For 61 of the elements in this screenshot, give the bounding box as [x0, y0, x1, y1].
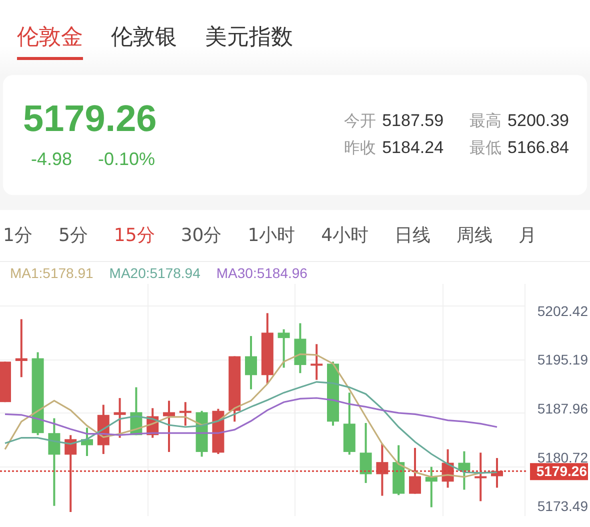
- candlestick: [376, 444, 388, 496]
- stat-value: 5187.59: [382, 111, 444, 132]
- candlestick: [360, 422, 372, 483]
- candlestick: [343, 392, 356, 455]
- period-tab[interactable]: 1分: [3, 222, 32, 248]
- candlestick: [163, 400, 175, 452]
- stat-value: 5184.24: [382, 138, 444, 159]
- period-tab[interactable]: 30分: [180, 222, 222, 248]
- period-tab[interactable]: 月: [518, 222, 537, 248]
- candlestick: [327, 362, 339, 426]
- candlestick: [278, 329, 290, 368]
- candlestick: [409, 448, 421, 494]
- candlestick: [294, 323, 306, 374]
- stat-value: 5200.39: [508, 111, 569, 132]
- candlestick: [245, 336, 257, 390]
- ma-legend-label: MA20:5178.94: [109, 265, 200, 283]
- axis-label: 5173.49: [537, 498, 588, 514]
- candlestick: [442, 449, 454, 488]
- period-tab[interactable]: 4小时: [321, 222, 369, 248]
- axis-label: 5195.19: [537, 352, 588, 368]
- candlestick: [15, 319, 28, 378]
- candlestick: [425, 466, 438, 508]
- candlestick: [392, 445, 405, 496]
- candlestick: [261, 313, 274, 384]
- ref-line-label: 5179.26: [536, 463, 588, 480]
- candlestick: [97, 404, 110, 454]
- percent-change: -0.10%: [98, 149, 156, 170]
- candlestick: [196, 410, 208, 457]
- ma-legend-label: MA1:5178.91: [10, 265, 94, 283]
- candlestick: [491, 458, 503, 488]
- candlestick: [212, 408, 224, 454]
- market-tab[interactable]: 伦敦银: [111, 22, 177, 60]
- stat-label: 最低: [470, 138, 502, 159]
- candlestick: [146, 408, 159, 438]
- current-price-tag: 5179.26: [530, 463, 588, 480]
- candlestick: [114, 398, 126, 438]
- axis-label: 5180.72: [537, 449, 588, 466]
- candlestick: [179, 402, 192, 426]
- candlestick: [0, 362, 11, 402]
- stat-value: 5166.84: [508, 138, 569, 159]
- stat-label: 今开: [344, 111, 376, 132]
- stat-label: 昨收: [344, 138, 376, 159]
- period-tab[interactable]: 5分: [58, 222, 88, 248]
- stat-label: 最高: [470, 111, 502, 132]
- candlestick: [310, 344, 323, 380]
- axis-label: 5202.42: [537, 303, 588, 319]
- market-tab[interactable]: 伦敦金: [17, 22, 83, 60]
- price-change: -4.98: [31, 149, 72, 170]
- current-price: 5179.26: [23, 97, 157, 141]
- ma-legend-label: MA30:5184.96: [216, 265, 308, 283]
- candlestick: [458, 451, 470, 490]
- candlestick: [81, 428, 93, 456]
- market-tab[interactable]: 美元指数: [205, 22, 293, 60]
- period-tab[interactable]: 15分: [114, 222, 155, 248]
- axis-label: 5187.96: [537, 400, 588, 416]
- candlestick: [228, 356, 241, 422]
- period-tab[interactable]: 日线: [394, 222, 431, 248]
- period-tab[interactable]: 1小时: [248, 222, 296, 248]
- candlestick: [130, 387, 142, 436]
- period-tab[interactable]: 周线: [456, 222, 493, 248]
- candlestick: [474, 452, 487, 502]
